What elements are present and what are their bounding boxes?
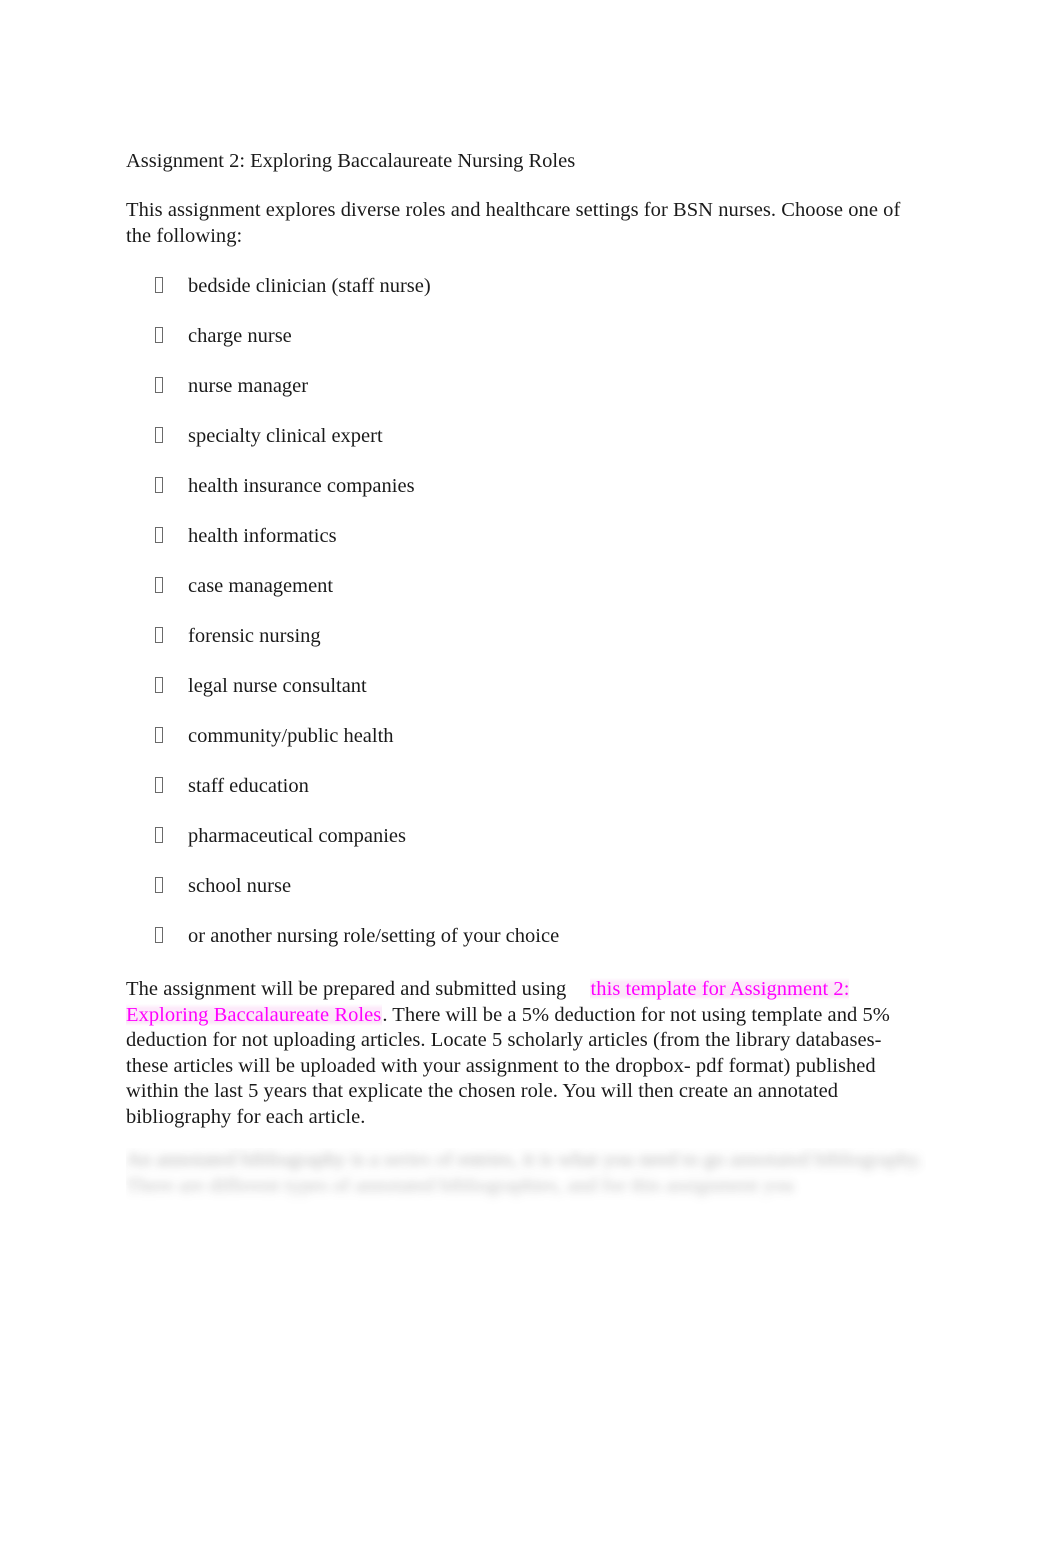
list-item-label: bedside clinician (staff nurse) [188,275,431,297]
list-item: health informatics [126,523,916,573]
bullet-box-icon [155,477,163,493]
faded-paragraph-text: An annotated bibliography is a series of… [126,1148,926,1199]
list-item: forensic nursing [126,623,916,673]
list-item: legal nurse consultant [126,673,916,723]
list-item: nurse manager [126,373,916,423]
bullet-box-icon [155,677,163,693]
list-item-label: school nurse [188,875,292,897]
list-item-label: forensic nursing [188,625,321,647]
roles-bullet-list: bedside clinician (staff nurse) charge n… [126,273,916,973]
list-item-label: health informatics [188,525,337,547]
bullet-box-icon [155,577,163,593]
bullet-box-icon [155,777,163,793]
submission-lead-text: The assignment will be prepared and subm… [126,978,567,1000]
list-item-label: community/public health [188,725,394,747]
bullet-box-icon [155,877,163,893]
list-item-label: health insurance companies [188,475,415,497]
list-item-label: nurse manager [188,375,309,397]
list-item: or another nursing role/setting of your … [126,923,916,973]
bullet-box-icon [155,377,163,393]
list-item: pharmaceutical companies [126,823,916,873]
document-page: Assignment 2: Exploring Baccalaureate Nu… [0,0,1062,1561]
page-title: Assignment 2: Exploring Baccalaureate Nu… [126,150,576,172]
list-item-label: charge nurse [188,325,292,347]
list-item-label: legal nurse consultant [188,675,367,697]
list-item: health insurance companies [126,473,916,523]
bullet-box-icon [155,527,163,543]
list-item-label: or another nursing role/setting of your … [188,925,560,947]
list-item: school nurse [126,873,916,923]
submission-paragraph: The assignment will be prepared and subm… [126,977,916,1130]
list-item-label: pharmaceutical companies [188,825,406,847]
bullet-box-icon [155,327,163,343]
bullet-box-icon [155,727,163,743]
list-item-label: staff education [188,775,309,797]
bullet-box-icon [155,927,163,943]
list-item: community/public health [126,723,916,773]
list-item-label: specialty clinical expert [188,425,383,447]
list-item: specialty clinical expert [126,423,916,473]
list-item: charge nurse [126,323,916,373]
bullet-box-icon [155,627,163,643]
bullet-box-icon [155,277,163,293]
faded-trailing-paragraph: An annotated bibliography is a series of… [126,1148,926,1248]
faded-line2-tail: . There are different types of annotated… [126,1149,923,1197]
bullet-box-icon [155,427,163,443]
document-body: Assignment 2: Exploring Baccalaureate Nu… [126,149,916,1154]
list-item: case management [126,573,916,623]
bullet-box-icon [155,827,163,843]
list-item-label: case management [188,575,334,597]
list-item: bedside clinician (staff nurse) [126,273,916,323]
intro-paragraph: This assignment explores diverse roles a… [126,199,901,247]
list-item: staff education [126,773,916,823]
